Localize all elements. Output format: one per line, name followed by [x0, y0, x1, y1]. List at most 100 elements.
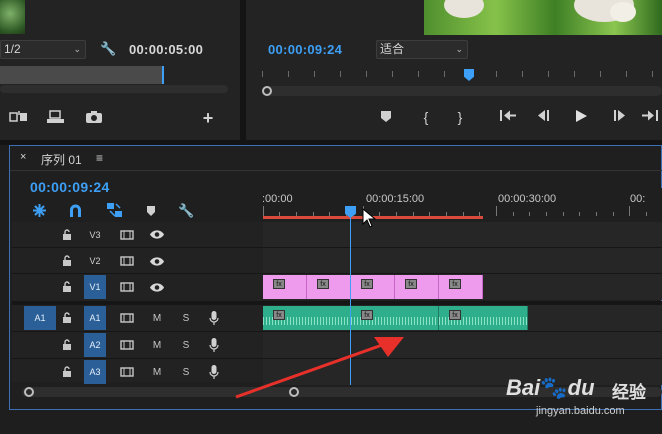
- lock-icon[interactable]: [62, 366, 72, 381]
- source-video-frame: [0, 0, 25, 34]
- ruler-label-30: 00:00:30:00: [498, 193, 557, 205]
- marker-icon[interactable]: [378, 110, 394, 127]
- watermark-url: jingyan.baidu.com: [536, 405, 625, 417]
- watermark-brand-cn: 经验: [612, 383, 646, 402]
- fx-badge: fx: [273, 279, 285, 289]
- scroll-handle-left[interactable]: [24, 387, 34, 397]
- source-zoom-select[interactable]: 1/2 ⌄: [0, 40, 86, 59]
- lock-icon[interactable]: [62, 312, 72, 327]
- source-zoom-value: 1/2: [4, 42, 21, 56]
- fx-badge: fx: [361, 310, 373, 320]
- source-scrub-bar[interactable]: [0, 66, 163, 84]
- track-label-a2[interactable]: A2: [84, 333, 106, 357]
- linked-selection-icon[interactable]: [106, 202, 124, 221]
- ruler-label-45: 00:: [630, 193, 646, 205]
- solo-button[interactable]: S: [178, 366, 194, 380]
- track-label-v2[interactable]: V2: [84, 249, 106, 273]
- sync-lock-icon[interactable]: [120, 229, 134, 244]
- program-timecode: 00:00:09:24: [268, 42, 343, 57]
- track-label-a1[interactable]: A1: [84, 306, 106, 330]
- audio-clip[interactable]: fx: [263, 306, 351, 330]
- microphone-icon[interactable]: [209, 364, 219, 383]
- microphone-icon[interactable]: [209, 337, 219, 356]
- eye-icon[interactable]: [149, 229, 165, 243]
- chevron-down-icon: ⌄: [455, 44, 463, 54]
- track-label-v3[interactable]: V3: [84, 223, 106, 247]
- program-fit-select[interactable]: 适合 ⌄: [376, 40, 468, 59]
- source-playhead[interactable]: [162, 66, 164, 84]
- close-icon[interactable]: ×: [20, 151, 26, 163]
- sync-lock-icon[interactable]: [120, 281, 134, 296]
- watermark-brand: Bai🐾du: [506, 375, 595, 401]
- fx-badge: fx: [449, 279, 461, 289]
- add-button-icon[interactable]: +: [200, 109, 216, 127]
- mark-out-icon[interactable]: }: [454, 109, 466, 125]
- watermark-brand-bai: Bai: [506, 375, 541, 400]
- ruler-ticks: [263, 206, 662, 216]
- go-to-in-icon[interactable]: [498, 109, 518, 126]
- track-lane-a1[interactable]: fx fx fx: [263, 305, 662, 331]
- solo-button[interactable]: S: [178, 339, 194, 353]
- sync-lock-icon[interactable]: [120, 366, 134, 381]
- source-zoom-scrollbar[interactable]: [0, 85, 228, 93]
- program-zoom-scrollbar[interactable]: [262, 86, 662, 96]
- audio-clip[interactable]: fx: [439, 306, 528, 330]
- snap-magnet-icon[interactable]: [68, 203, 84, 221]
- play-icon[interactable]: [572, 109, 590, 127]
- panel-divider[interactable]: [240, 0, 246, 142]
- audio-clip[interactable]: fx: [351, 306, 439, 330]
- fx-badge: fx: [405, 279, 417, 289]
- lock-icon[interactable]: [62, 281, 72, 296]
- track-label-v1[interactable]: V1: [84, 275, 106, 299]
- step-forward-icon[interactable]: [610, 109, 628, 126]
- timeline-playhead-timecode[interactable]: 00:00:09:24: [30, 179, 110, 195]
- wrench-icon[interactable]: 🔧: [100, 41, 116, 57]
- add-marker-icon[interactable]: [146, 205, 158, 220]
- microphone-icon[interactable]: [209, 310, 219, 329]
- overwrite-icon[interactable]: [45, 110, 67, 128]
- mark-in-icon[interactable]: {: [420, 109, 432, 125]
- paw-icon: 🐾: [540, 375, 568, 400]
- program-time-ruler[interactable]: [262, 68, 662, 80]
- chevron-down-icon: ⌄: [73, 44, 81, 54]
- video-clip[interactable]: fx: [439, 275, 483, 299]
- insert-icon[interactable]: [8, 110, 30, 128]
- tab-divider: [10, 170, 662, 171]
- camera-icon[interactable]: [84, 110, 104, 128]
- track-lane-v3[interactable]: [263, 222, 662, 248]
- lock-icon[interactable]: [62, 229, 72, 244]
- go-to-out-icon[interactable]: [640, 109, 660, 126]
- video-clip[interactable]: fx: [351, 275, 395, 299]
- mute-button[interactable]: M: [149, 339, 165, 353]
- mute-button[interactable]: M: [149, 312, 165, 326]
- track-label-a3[interactable]: A3: [84, 360, 106, 384]
- source-patch-a1[interactable]: A1: [24, 306, 56, 330]
- watermark-brand-du: du: [567, 375, 595, 400]
- source-timecode: 00:00:05:00: [129, 42, 204, 57]
- track-lane-v2[interactable]: [263, 248, 662, 274]
- fx-badge: fx: [361, 279, 373, 289]
- lock-icon[interactable]: [62, 255, 72, 270]
- program-video-frame: [424, 0, 662, 35]
- solo-button[interactable]: S: [178, 312, 194, 326]
- fx-badge: fx: [317, 279, 329, 289]
- timeline-wrench-icon[interactable]: 🔧: [178, 203, 194, 219]
- video-clip[interactable]: fx: [307, 275, 351, 299]
- lock-icon[interactable]: [62, 339, 72, 354]
- step-back-icon[interactable]: [535, 109, 553, 126]
- panel-menu-icon[interactable]: ≡: [96, 151, 103, 165]
- program-scroll-handle[interactable]: [262, 86, 272, 96]
- sequence-tab[interactable]: 序列 01: [41, 151, 82, 168]
- ruler-label-0: :00:00: [262, 193, 293, 205]
- eye-icon[interactable]: [149, 256, 165, 270]
- video-clip[interactable]: fx: [263, 275, 307, 299]
- track-lane-v1[interactable]: fx fx fx fx fx: [263, 274, 662, 300]
- sync-lock-icon[interactable]: [120, 339, 134, 354]
- video-clip[interactable]: fx: [395, 275, 439, 299]
- eye-icon[interactable]: [149, 282, 165, 296]
- ruler-label-15: 00:00:15:00: [366, 193, 425, 205]
- sync-lock-icon[interactable]: [120, 255, 134, 270]
- nest-sequence-icon[interactable]: [32, 203, 48, 221]
- sync-lock-icon[interactable]: [120, 312, 134, 327]
- mute-button[interactable]: M: [149, 366, 165, 380]
